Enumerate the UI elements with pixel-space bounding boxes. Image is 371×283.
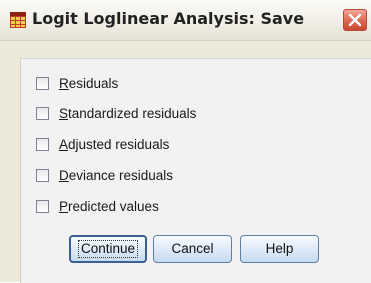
help-button[interactable]: Help xyxy=(240,235,319,263)
adjusted-residuals-checkbox[interactable] xyxy=(36,137,49,151)
adjusted-residuals-label[interactable]: Adjusted residuals xyxy=(59,137,169,152)
predicted-values-checkbox[interactable] xyxy=(36,199,49,213)
continue-button[interactable]: Continue xyxy=(69,235,147,263)
predicted-values-label[interactable]: Predicted values xyxy=(59,199,159,214)
dialog-title: Logit Loglinear Analysis: Save xyxy=(32,9,305,28)
adjusted-residuals-checkbox-row[interactable]: Adjusted residuals xyxy=(36,136,169,152)
help-button-label: Help xyxy=(265,241,294,256)
continue-button-label: Continue xyxy=(77,240,139,258)
standardized-residuals-checkbox-row[interactable]: Standardized residuals xyxy=(36,105,196,121)
standardized-residuals-label[interactable]: Standardized residuals xyxy=(59,106,196,121)
spss-grid-icon xyxy=(10,12,26,28)
cancel-button-label: Cancel xyxy=(171,241,214,256)
standardized-residuals-checkbox[interactable] xyxy=(36,106,49,120)
deviance-residuals-checkbox[interactable] xyxy=(36,168,49,182)
cancel-button[interactable]: Cancel xyxy=(153,235,232,263)
dialog-window: Logit Loglinear Analysis: Save Residuals… xyxy=(0,0,371,283)
residuals-checkbox-row[interactable]: Residuals xyxy=(36,75,118,91)
close-button[interactable] xyxy=(343,9,367,31)
title-bar[interactable]: Logit Loglinear Analysis: Save xyxy=(0,0,371,41)
residuals-checkbox[interactable] xyxy=(36,76,49,90)
deviance-residuals-checkbox-row[interactable]: Deviance residuals xyxy=(36,167,173,183)
predicted-values-checkbox-row[interactable]: Predicted values xyxy=(36,198,159,214)
residuals-label[interactable]: Residuals xyxy=(59,76,118,91)
deviance-residuals-label[interactable]: Deviance residuals xyxy=(59,168,173,183)
